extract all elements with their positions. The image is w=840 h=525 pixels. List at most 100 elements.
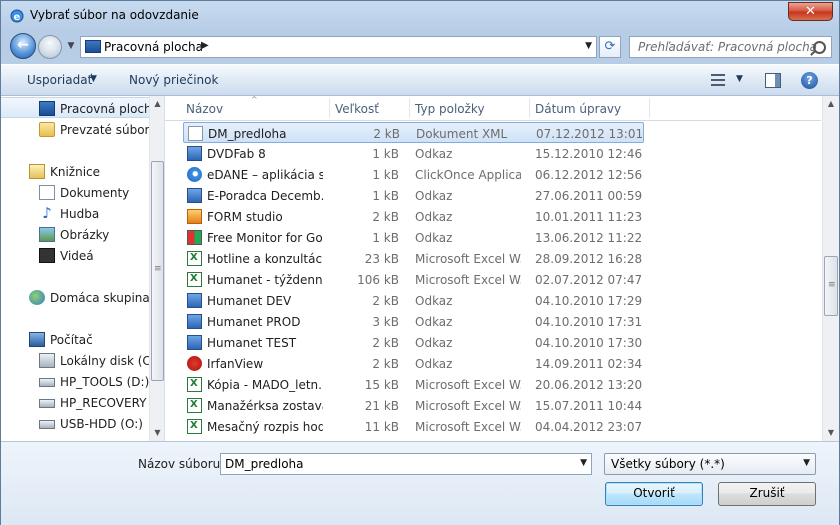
file-type: Dokument XML bbox=[416, 127, 508, 141]
downloads-icon bbox=[39, 122, 55, 137]
scroll-up-icon[interactable]: ▲ bbox=[823, 96, 839, 112]
table-row[interactable]: eDANE – aplikácia s... 1 kB ClickOnce Appl… bbox=[183, 164, 644, 185]
table-row[interactable]: IrfanView 2 kB Odkaz 14.09.2011 02:34 bbox=[183, 353, 644, 374]
file-name: Kópia - MADO_letn... bbox=[207, 378, 323, 392]
scrollbar-thumb[interactable]: ≡ bbox=[151, 161, 164, 381]
table-row[interactable]: Manažérksa zostava... 21 kB Microsoft Exce… bbox=[183, 395, 644, 416]
excel-icon bbox=[187, 398, 202, 413]
preview-pane-icon[interactable] bbox=[765, 73, 781, 88]
file-name: Humanet TEST bbox=[207, 336, 297, 350]
organize-menu[interactable]: Usporiadať bbox=[27, 73, 92, 87]
file-list-scrollbar[interactable]: ▲ ≡ ▼ bbox=[822, 96, 839, 441]
back-button[interactable]: ← bbox=[10, 33, 36, 59]
sidebar-item-label: Počítač bbox=[50, 333, 93, 347]
table-row[interactable]: Kópia - MADO_letn... 15 kB Microsoft Excel… bbox=[183, 374, 644, 395]
file-size: 1 kB bbox=[372, 168, 399, 182]
column-header-type[interactable]: Typ položky bbox=[415, 102, 485, 116]
table-row[interactable]: Humanet - týždenn... 106 kB Microsoft Exce… bbox=[183, 269, 644, 290]
file-date: 20.06.2012 13:20 bbox=[535, 378, 643, 392]
table-row[interactable]: DM_predloha 2 kB Dokument XML 07.12.2012 13… bbox=[183, 122, 644, 143]
file-type: Odkaz bbox=[415, 294, 453, 308]
file-date: 27.06.2011 00:59 bbox=[535, 189, 643, 203]
file-name: Humanet DEV bbox=[207, 294, 292, 308]
column-divider[interactable] bbox=[409, 98, 410, 118]
column-header-date[interactable]: Dátum úpravy bbox=[535, 102, 621, 116]
open-button[interactable]: Otvoriť bbox=[605, 482, 703, 506]
table-row[interactable]: FORM studio 2 kB Odkaz 10.01.2011 11:23 bbox=[183, 206, 644, 227]
forward-button[interactable]: → bbox=[38, 35, 62, 59]
filename-value[interactable]: DM_predloha bbox=[225, 457, 304, 471]
sidebar-item-label: USB-HDD (O:) bbox=[60, 417, 143, 431]
chevron-down-icon[interactable]: ▼ bbox=[580, 458, 587, 468]
search-icon[interactable] bbox=[813, 41, 826, 54]
file-size: 3 kB bbox=[372, 315, 399, 329]
sidebar-item-desktop[interactable]: Pracovná plocha bbox=[1, 97, 159, 118]
table-row[interactable]: Humanet PROD 3 kB Odkaz 04.10.2010 17:31 bbox=[183, 311, 644, 332]
sidebar-item-documents[interactable]: Dokumenty bbox=[1, 182, 149, 203]
sidebar-item-label: Domáca skupina bbox=[50, 291, 150, 305]
filename-field[interactable]: DM_predloha ▼ bbox=[220, 453, 592, 475]
sidebar-item-hp-recovery[interactable]: HP_RECOVERY (E bbox=[1, 392, 163, 413]
search-input[interactable]: Prehľadávať: Pracovná plocha bbox=[638, 40, 817, 54]
sidebar-item-computer[interactable]: Počítač bbox=[1, 329, 149, 350]
refresh-button[interactable]: ⟳ bbox=[599, 36, 621, 58]
address-text[interactable]: Pracovná plocha bbox=[104, 40, 203, 54]
file-type: Odkaz bbox=[415, 315, 453, 329]
cancel-button[interactable]: Zrušiť bbox=[718, 482, 816, 506]
recent-locations-dropdown[interactable]: ▼ bbox=[65, 40, 77, 52]
chevron-down-icon[interactable]: ▼ bbox=[803, 458, 810, 468]
chevron-down-icon[interactable]: ▼ bbox=[90, 74, 97, 84]
music-icon: ♪ bbox=[42, 204, 52, 222]
table-row[interactable]: Humanet TEST 2 kB Odkaz 04.10.2010 17:30 bbox=[183, 332, 644, 353]
address-dropdown-icon[interactable]: ▼ bbox=[585, 41, 592, 51]
navigation-bar: ← → ▼ Pracovná plocha ▶ ▼ ⟳ Prehľadávať:… bbox=[1, 32, 839, 62]
sidebar-item-pictures[interactable]: Obrázky bbox=[1, 224, 149, 245]
sidebar-item-label: Dokumenty bbox=[60, 186, 130, 200]
address-bar[interactable]: Pracovná plocha ▶ ▼ bbox=[80, 36, 597, 58]
scroll-down-icon[interactable]: ▼ bbox=[823, 425, 839, 441]
table-row[interactable]: E-Poradca Decemb... 1 kB Odkaz 27.06.2011 0… bbox=[183, 185, 644, 206]
sidebar-item-local-disk[interactable]: Lokálny disk (C:) bbox=[1, 350, 160, 371]
new-folder-button[interactable]: Nový priečinok bbox=[129, 73, 218, 87]
sidebar-item-downloads[interactable]: Prevzaté súbory bbox=[1, 119, 157, 140]
scrollbar-thumb[interactable]: ≡ bbox=[824, 256, 838, 316]
column-divider[interactable] bbox=[529, 98, 530, 118]
sidebar-item-label: Lokálny disk (C:) bbox=[60, 354, 160, 368]
filename-label: Názov súboru: bbox=[138, 457, 225, 471]
sidebar-item-label: Prevzaté súbory bbox=[60, 123, 157, 137]
computer-icon bbox=[29, 332, 45, 347]
sidebar-item-libraries[interactable]: Knižnice bbox=[1, 161, 149, 182]
column-header-row: Názov ^ Veľkosť Typ položky Dátum úpravy bbox=[165, 96, 821, 121]
table-row[interactable]: Hotline a konzultáci... 23 kB Microsoft Ex… bbox=[183, 248, 644, 269]
sidebar-item-music[interactable]: ♪ Hudba bbox=[1, 203, 149, 224]
sidebar-scrollbar[interactable]: ▲ ≡ ▼ bbox=[149, 96, 164, 441]
sidebar-item-label: HP_TOOLS (D:) bbox=[60, 375, 150, 389]
chevron-down-icon[interactable]: ▼ bbox=[736, 74, 743, 84]
sidebar-item-usb-hdd[interactable]: USB-HDD (O:) bbox=[1, 413, 149, 434]
sidebar-item-videos[interactable]: Videá bbox=[1, 245, 149, 266]
address-chevron-icon[interactable]: ▶ bbox=[201, 40, 209, 51]
sidebar-item-homegroup[interactable]: Domáca skupina bbox=[1, 287, 150, 308]
search-box[interactable]: Prehľadávať: Pracovná plocha bbox=[629, 36, 832, 58]
file-type: Odkaz bbox=[415, 336, 453, 350]
file-type-select[interactable]: Všetky súbory (*.*) ▼ bbox=[604, 453, 816, 475]
scroll-up-icon[interactable]: ▲ bbox=[150, 96, 164, 112]
file-name: Humanet PROD bbox=[207, 315, 301, 329]
table-row[interactable]: Mesačný rozpis hod... 11 kB Microsoft Exce… bbox=[183, 416, 644, 437]
column-divider[interactable] bbox=[329, 98, 330, 118]
table-row[interactable]: Free Monitor for Go... 1 kB Odkaz 13.06.201… bbox=[183, 227, 644, 248]
table-row[interactable]: DVDFab 8 1 kB Odkaz 15.12.2010 12:46 bbox=[183, 143, 644, 164]
scroll-down-icon[interactable]: ▼ bbox=[150, 425, 164, 441]
sidebar-item-hp-tools[interactable]: HP_TOOLS (D:) bbox=[1, 371, 149, 392]
table-row[interactable]: Humanet DEV 2 kB Odkaz 04.10.2010 17:29 bbox=[183, 290, 644, 311]
file-type-value[interactable]: Všetky súbory (*.*) bbox=[611, 457, 725, 471]
close-button[interactable]: ✕ bbox=[788, 2, 833, 21]
help-icon[interactable]: ? bbox=[801, 72, 818, 89]
title-bar[interactable]: e Vybrať súbor na odovzdanie ✕ bbox=[1, 1, 839, 31]
file-size: 11 kB bbox=[364, 420, 399, 434]
column-divider[interactable] bbox=[649, 98, 650, 118]
desktop-icon bbox=[39, 101, 55, 116]
file-type: Odkaz bbox=[415, 147, 453, 161]
column-header-name[interactable]: Názov bbox=[186, 102, 223, 116]
column-header-size[interactable]: Veľkosť bbox=[335, 102, 379, 116]
